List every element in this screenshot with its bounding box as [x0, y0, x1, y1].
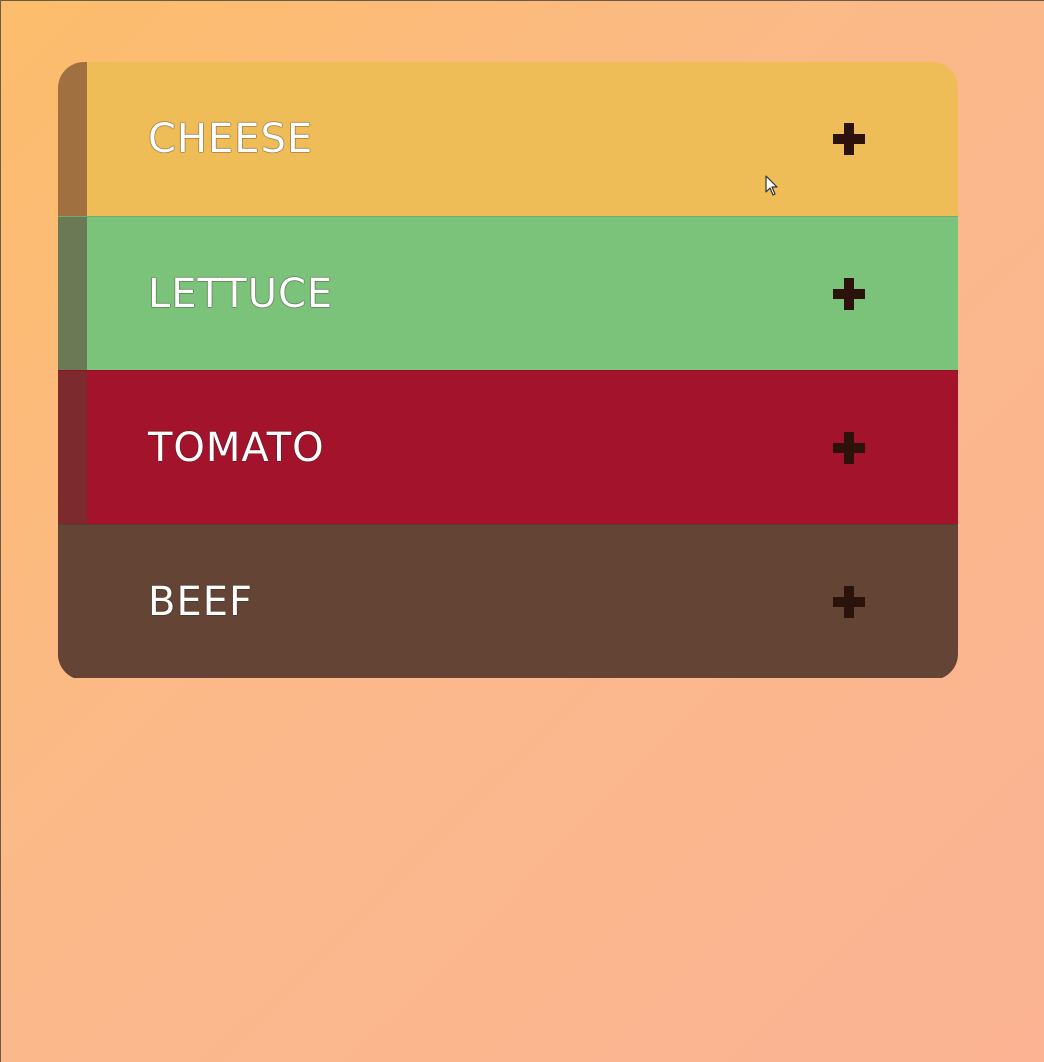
accordion-item-cheese[interactable]: CHEESE	[58, 62, 958, 216]
accordion-item-label: BEEF	[148, 578, 253, 625]
item-side-bar	[58, 371, 87, 524]
accordion-item-lettuce[interactable]: LETTUCE	[58, 216, 958, 370]
accordion-item-label: CHEESE	[148, 116, 314, 162]
plus-icon[interactable]	[833, 431, 865, 464]
item-side-bar	[58, 217, 87, 370]
plus-icon[interactable]	[833, 585, 865, 618]
item-side-bar	[58, 525, 87, 678]
plus-icon[interactable]	[833, 277, 865, 310]
accordion-item-tomato[interactable]: TOMATO	[58, 370, 958, 524]
accordion-item-label: LETTUCE	[148, 270, 334, 317]
accordion-item-beef[interactable]: BEEF	[58, 524, 958, 678]
item-side-bar	[58, 62, 87, 216]
accordion-item-label: TOMATO	[148, 424, 325, 471]
plus-icon[interactable]	[833, 123, 865, 155]
ingredient-accordion: CHEESE LETTUCE TOMATO BEEF	[58, 62, 958, 680]
